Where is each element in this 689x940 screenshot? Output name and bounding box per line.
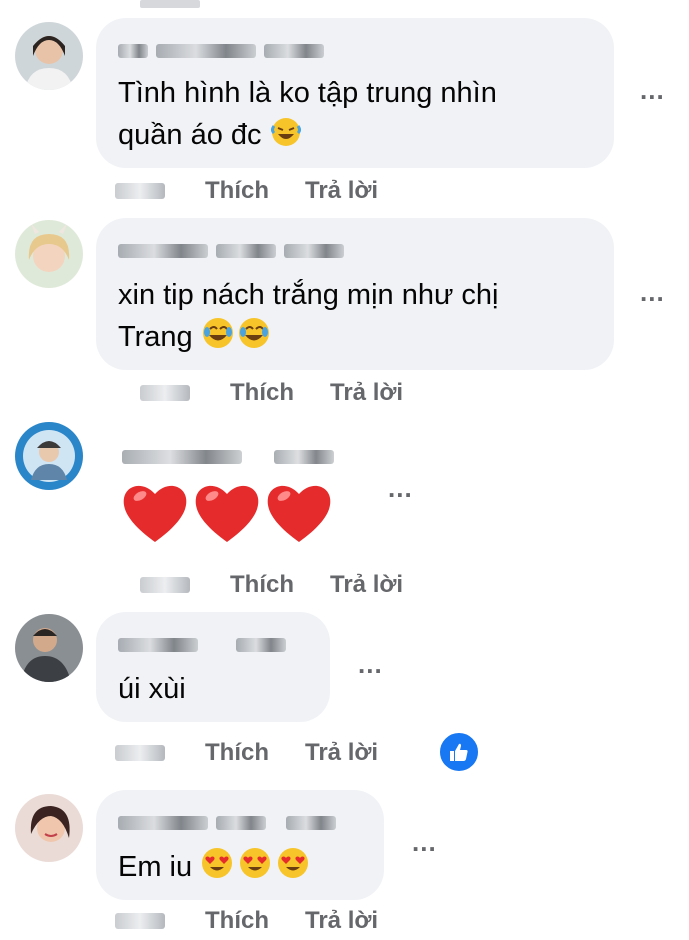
comment-text: Em iu	[118, 846, 312, 888]
author-name-redacted[interactable]	[122, 448, 334, 466]
red-heart-emoji-icon	[123, 485, 187, 542]
like-button[interactable]: Thích	[230, 571, 294, 599]
comment-bubble: Tình hình là ko tập trung nhìn quần áo đ…	[96, 18, 614, 168]
like-reaction-badge[interactable]	[437, 730, 481, 774]
comment-bubble: úi xùi	[96, 612, 330, 722]
comment-text: xin tip nách trắng mịn như chị Trang	[118, 274, 499, 358]
reply-button[interactable]: Trả lời	[305, 907, 378, 935]
comment-line: quần áo đc	[118, 119, 262, 151]
reply-button[interactable]: Trả lời	[330, 379, 403, 407]
comment-line: xin tip nách trắng mịn như chị	[118, 279, 499, 311]
timestamp-redacted[interactable]	[115, 745, 165, 761]
joy-emoji-icon	[202, 318, 269, 348]
avatar[interactable]	[15, 794, 83, 862]
avatar[interactable]	[15, 614, 83, 682]
comment-line: Em iu	[118, 851, 193, 883]
timestamp-redacted[interactable]	[140, 385, 190, 401]
comment-line: úi xùi	[118, 673, 186, 705]
heart-emojis	[120, 480, 334, 546]
heart-eyes-emoji-icon	[202, 848, 309, 878]
red-heart-emoji-icon	[267, 485, 331, 542]
red-heart-emoji-icon	[195, 485, 259, 542]
avatar[interactable]	[15, 422, 83, 490]
comment-actions: Thích Trả lời	[115, 906, 378, 936]
comment-text: Tình hình là ko tập trung nhìn quần áo đ…	[118, 72, 497, 156]
comment-actions: Thích Trả lời	[140, 570, 403, 600]
more-options-icon[interactable]: ...	[388, 475, 413, 501]
timestamp-redacted[interactable]	[115, 183, 165, 199]
author-name-redacted[interactable]	[118, 636, 286, 654]
comment-actions: Thích Trả lời	[115, 176, 378, 206]
avatar[interactable]	[15, 220, 83, 288]
comment-actions: Thích Trả lời	[115, 738, 378, 768]
timestamp-redacted[interactable]	[140, 577, 190, 593]
author-name-redacted[interactable]	[118, 42, 324, 60]
avatar-image	[15, 220, 83, 288]
more-options-icon[interactable]: ...	[640, 279, 665, 305]
like-button[interactable]: Thích	[205, 177, 269, 205]
more-options-icon[interactable]: ...	[358, 651, 383, 677]
more-options-icon[interactable]: ...	[640, 77, 665, 103]
comment-line: Tình hình là ko tập trung nhìn	[118, 77, 497, 109]
comment-actions: Thích Trả lời	[140, 378, 403, 408]
reply-button[interactable]: Trả lời	[305, 739, 378, 767]
comment-bubble: Em iu	[96, 790, 384, 900]
reply-button[interactable]: Trả lời	[330, 571, 403, 599]
comment-text: úi xùi	[118, 668, 186, 710]
comment-bubble: xin tip nách trắng mịn như chị Trang	[96, 218, 614, 370]
like-button[interactable]: Thích	[205, 739, 269, 767]
like-button[interactable]: Thích	[230, 379, 294, 407]
more-options-icon[interactable]: ...	[412, 829, 437, 855]
avatar-image	[15, 794, 83, 862]
avatar-image	[15, 614, 83, 682]
reply-button[interactable]: Trả lời	[305, 177, 378, 205]
thumbs-up-icon	[450, 743, 468, 761]
avatar-image	[15, 22, 83, 90]
comment-line: Trang	[118, 321, 193, 353]
avatar-image	[15, 422, 83, 490]
avatar[interactable]	[15, 22, 83, 90]
author-name-redacted[interactable]	[118, 242, 344, 260]
like-button[interactable]: Thích	[205, 907, 269, 935]
previous-comment-remnant	[140, 0, 200, 8]
rofl-emoji-icon	[270, 118, 301, 146]
timestamp-redacted[interactable]	[115, 913, 165, 929]
author-name-redacted[interactable]	[118, 814, 336, 832]
